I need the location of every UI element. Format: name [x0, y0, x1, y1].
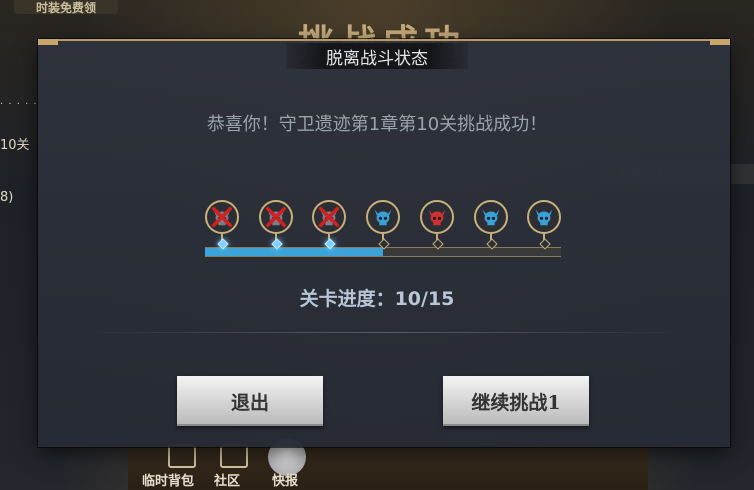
bg-left-text-count: 8): [0, 190, 14, 205]
community-icon[interactable]: [220, 444, 248, 468]
dialog-divider: [80, 332, 690, 333]
dialog-title: 脱离战斗状态: [286, 43, 468, 69]
stage-node: [366, 200, 401, 234]
backpack-icon[interactable]: [168, 444, 196, 468]
bg-dots: . . . . .: [0, 96, 38, 107]
bottom-menu-bar: [128, 445, 648, 490]
bg-left-text-level: 10关: [0, 138, 30, 153]
continue-challenge-button[interactable]: 继续挑战1: [443, 376, 589, 426]
skull-icon: [321, 209, 338, 226]
community-label[interactable]: 社区: [214, 470, 240, 489]
congrats-message: 恭喜你！守卫遗迹第1章第10关挑战成功！: [206, 114, 548, 135]
stage-node: [258, 200, 293, 234]
stage-node: [527, 200, 562, 234]
skull-icon: [428, 209, 446, 226]
exit-button[interactable]: 退出: [177, 376, 323, 426]
stage-node: [419, 200, 454, 234]
temp-backpack-label[interactable]: 临时背包: [142, 470, 194, 489]
skull-icon: [535, 209, 553, 226]
skull-icon: [482, 209, 499, 226]
news-label[interactable]: 快报: [272, 470, 298, 489]
stage-node: [473, 200, 508, 234]
stage-node: [205, 200, 239, 234]
stage-progress-fill: [205, 248, 384, 256]
skull-icon: [267, 209, 284, 226]
skull-icon: [374, 209, 392, 226]
stage-progress-label: 关卡进度：10/15: [299, 288, 455, 310]
skull-icon: [213, 209, 231, 226]
fashion-banner-label[interactable]: 时装免费领: [14, 0, 118, 15]
